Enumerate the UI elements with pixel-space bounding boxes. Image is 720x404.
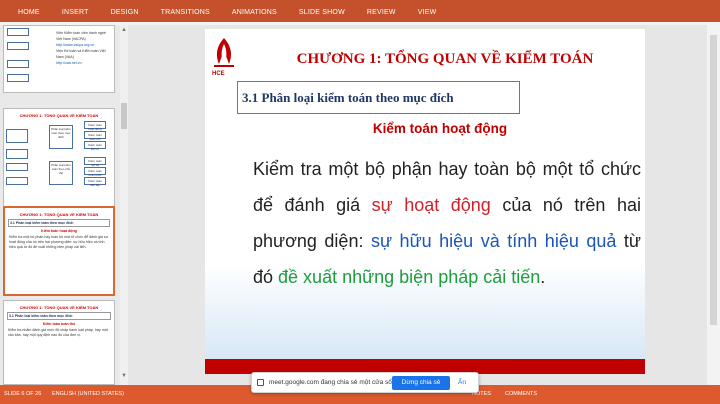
thumb-box [7, 60, 29, 68]
thumb-box: Kiểm toán độc lập [84, 177, 106, 187]
slide-thumbnail-6[interactable]: CHƯƠNG 1: TỔNG QUAN VỀ KIỂM TOÁN Phân lo… [3, 108, 115, 218]
thumb-box: Phân loại kiểm toán theo mục đích [49, 125, 73, 149]
thumb-line: Viện Kiểm toán viên hành nghề Việt Nam (… [56, 31, 106, 41]
thumb-box: Kiểm toán nội bộ [84, 157, 106, 167]
tab-animations[interactable]: ANIMATIONS [232, 9, 277, 16]
screen-share-icon [257, 379, 264, 386]
hide-button[interactable]: Ẩn [458, 379, 466, 386]
thumb-text: Viện Kiểm toán viên hành nghề Việt Nam (… [56, 30, 110, 66]
slide-heading[interactable]: Kiểm toán hoạt động [355, 121, 525, 136]
slide-subtitle: 3.1 Phân loại kiểm toán theo mục đích [242, 90, 454, 105]
slide-title[interactable]: CHƯƠNG 1: TỔNG QUAN VỀ KIỂM TOÁN [255, 51, 635, 68]
scrollbar-thumb[interactable] [121, 103, 127, 129]
thumb-heading: Kiểm toán hoạt động [41, 229, 77, 233]
thumb-box: Phân loại kiểm toán theo chủ thể [49, 161, 73, 185]
thumb-box [6, 149, 28, 159]
thumb-box: Kiểm toán BCTC [84, 141, 106, 151]
ribbon-bar: HOME INSERT DESIGN TRANSITIONS ANIMATION… [0, 0, 720, 22]
slide-canvas[interactable]: HCE CHƯƠNG 1: TỔNG QUAN VỀ KIỂM TOÁN 3.1… [205, 29, 645, 374]
para-highlight-blue: sự hữu hiệu và tính hiệu quả [370, 231, 617, 251]
slide-thumbnail-8[interactable]: CHƯƠNG 1: TỔNG QUAN VỀ KIỂM TOÁN 3.1 Phâ… [3, 300, 115, 385]
logo-text: HCE [212, 71, 225, 77]
thumb-box [6, 129, 28, 143]
slide-counter: SLIDE 6 OF 26 [4, 391, 42, 397]
tab-slide-show[interactable]: SLIDE SHOW [299, 9, 345, 16]
scrollbar-thumb[interactable] [710, 35, 717, 325]
slide-paragraph[interactable]: Kiểm tra một bộ phận hay toàn bộ một tổ … [253, 151, 641, 295]
thumb-title: CHƯƠNG 1: TỔNG QUAN VỀ KIỂM TOÁN [19, 305, 99, 310]
hce-logo-icon [209, 36, 239, 76]
thumb-body: Kiểm tra nhằm đánh giá mức độ chấp hành … [8, 328, 108, 337]
thumb-box [7, 28, 29, 36]
language-indicator[interactable]: ENGLISH (UNITED STATES) [52, 391, 124, 397]
thumb-title: CHƯƠNG 1: TỔNG QUAN VỀ KIỂM TOÁN [19, 113, 99, 118]
scroll-down-icon[interactable]: ▼ [121, 373, 127, 379]
ribbon-tabs: HOME INSERT DESIGN TRANSITIONS ANIMATION… [18, 9, 458, 16]
tab-design[interactable]: DESIGN [111, 9, 139, 16]
thumbnails-scrollbar[interactable]: ▲ ▼ [120, 25, 128, 385]
thumb-line: Viện Kế toán và Kiểm toán Việt Nam (VAA) [56, 49, 106, 59]
thumb-box [6, 177, 28, 185]
tab-review[interactable]: REVIEW [367, 9, 396, 16]
tab-insert[interactable]: INSERT [62, 9, 89, 16]
thumb-box [7, 74, 29, 82]
slide-thumbnail-7[interactable]: CHƯƠNG 1: TỔNG QUAN VỀ KIỂM TOÁN 3.1 Phâ… [3, 206, 115, 296]
thumb-box [7, 42, 29, 50]
share-message: meet.google.com đang chia sẻ một cửa sổ. [269, 379, 394, 386]
thumb-line: http://vaa.net.vn [56, 61, 82, 65]
tab-home[interactable]: HOME [18, 9, 40, 16]
thumb-box: Kiểm toán hoạt động [84, 121, 106, 131]
stop-sharing-button[interactable]: Dừng chia sẻ [392, 376, 450, 390]
thumb-box [6, 163, 28, 171]
scroll-up-icon[interactable]: ▲ [121, 27, 127, 33]
thumb-box: Kiểm toán tuân thủ [84, 131, 106, 141]
para-highlight-green: đề xuất những biện pháp cải tiến [278, 267, 541, 287]
thumb-body: Kiểm tra một bộ phận hay toàn bộ một tổ … [9, 235, 109, 249]
screen-share-bar: meet.google.com đang chia sẻ một cửa sổ.… [251, 372, 479, 393]
comments-button[interactable]: COMMENTS [505, 391, 537, 397]
tab-view[interactable]: VIEW [418, 9, 437, 16]
subtitle-box[interactable]: 3.1 Phân loại kiểm toán theo mục đích [237, 81, 520, 114]
slide-thumbnail-5[interactable]: Viện Kiểm toán viên hành nghề Việt Nam (… [3, 25, 115, 93]
thumb-heading: Kiểm toán tuân thủ [42, 322, 76, 326]
para-text: . [540, 267, 546, 287]
thumb-box: Kiểm toán nhà nước [84, 167, 106, 177]
thumb-subtitle: 3.1 Phân loại kiểm toán theo mục đích [7, 312, 111, 320]
para-highlight-red: sự hoạt động [371, 195, 491, 215]
tab-transitions[interactable]: TRANSITIONS [161, 9, 210, 16]
slide-thumbnails-pane: Viện Kiểm toán viên hành nghề Việt Nam (… [0, 25, 128, 385]
thumb-subtitle: 3.1 Phân loại kiểm toán theo mục đích [8, 219, 110, 227]
thumb-title: CHƯƠNG 1: TỔNG QUAN VỀ KIỂM TOÁN [19, 212, 99, 217]
slide-scrollbar[interactable] [707, 25, 720, 385]
